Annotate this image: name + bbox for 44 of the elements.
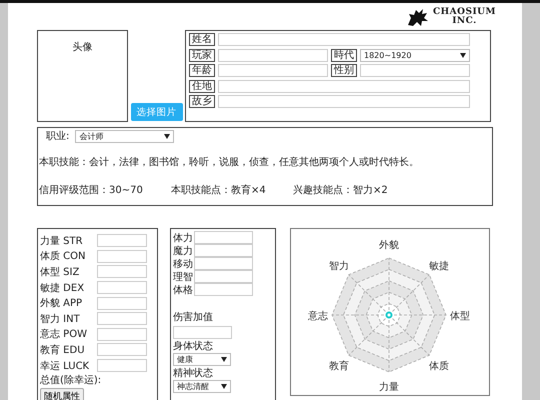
derived-label: 魔力 xyxy=(173,244,193,258)
occupation-label: 职业: xyxy=(46,130,70,143)
field-label: 年龄 xyxy=(189,64,215,78)
total-label: 总值(除幸运): xyxy=(40,374,102,388)
skills-text: 本职技能：会计，法律，图书馆，聆听，说服，侦查，任意其他两项个人或时代特长。 xyxy=(39,156,420,169)
axis-label: 体型 xyxy=(450,311,470,322)
axis-label: 体质 xyxy=(429,361,450,372)
axis-label: 教育 xyxy=(328,361,349,372)
occupation-dropdown[interactable]: 会计师 xyxy=(75,130,174,142)
attribute-label: 智力 INT xyxy=(40,312,80,326)
derived-label: 移动 xyxy=(173,258,193,270)
field-label: 玩家 xyxy=(189,48,215,62)
attribute-label: 体质 CON xyxy=(40,250,86,264)
field-label: 時代 xyxy=(331,48,357,62)
status-label: 身体状态 xyxy=(173,340,214,353)
attribute-label: 敏捷 DEX xyxy=(40,282,84,295)
damage-bonus-label: 伤害加值 xyxy=(173,310,214,324)
field-label: 故乡 xyxy=(189,95,215,108)
field-label: 性别 xyxy=(331,64,357,78)
status-dropdown[interactable]: 神志清醒 xyxy=(173,380,231,393)
axis-label: 外貌 xyxy=(379,240,399,251)
attribute-label: 体型 SIZ xyxy=(40,266,80,279)
occupation-fact: 兴趣技能点：智力×2 xyxy=(293,184,389,197)
era-dropdown[interactable]: 1820~1920 xyxy=(360,48,470,62)
attribute-label: 力量 STR xyxy=(40,234,83,248)
portrait-frame: 头像 xyxy=(37,30,128,122)
derived-label: 体力 xyxy=(173,232,193,244)
field-label: 住地 xyxy=(189,80,215,93)
occupation-fact: 本职技能点：教育×4 xyxy=(171,184,267,197)
occupation-fact: 信用评级范围：30~70 xyxy=(39,184,144,197)
field-label: 姓名 xyxy=(189,33,215,46)
derived-label: 理智 xyxy=(173,270,193,284)
derived-label: 体格 xyxy=(173,284,193,296)
status-label: 精神状态 xyxy=(173,366,214,380)
attribute-label: 外貌 APP xyxy=(40,297,82,310)
attribute-label: 意志 POW xyxy=(40,328,87,342)
status-dropdown[interactable]: 健康 xyxy=(173,353,231,366)
axis-label: 智力 xyxy=(328,260,349,272)
axis-label: 意志 xyxy=(308,311,328,322)
axis-label: 力量 xyxy=(379,382,399,393)
attribute-label: 幸运 LUCK xyxy=(40,360,90,373)
logo-text: CHAOSIUM INC. xyxy=(432,8,496,26)
attribute-label: 教育 EDU xyxy=(40,344,85,357)
axis-label: 敏捷 xyxy=(429,260,450,272)
